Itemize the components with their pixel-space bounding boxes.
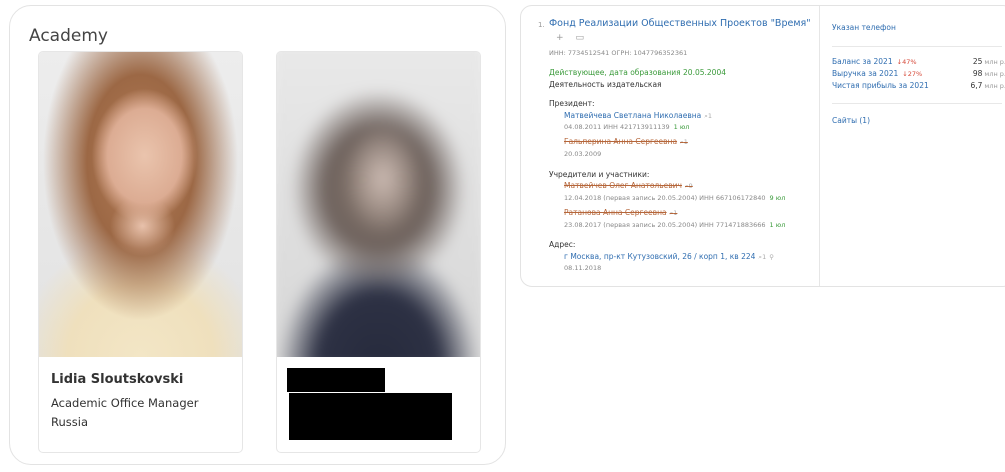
redaction-bar-name: [287, 368, 385, 392]
finance-label-link[interactable]: Выручка за 2021: [832, 69, 898, 78]
president-meta: 04.08.2011 ИНН 421713911139 1 юл: [564, 123, 690, 131]
search-icon[interactable]: ⌕9: [685, 182, 693, 190]
plus-icon[interactable]: +: [556, 33, 564, 43]
academy-title: Academy: [29, 26, 108, 46]
sites-link[interactable]: Сайты (1): [832, 116, 870, 125]
search-icon[interactable]: ⌕1: [670, 209, 678, 217]
former-president-meta: 20.03.2009: [564, 150, 602, 158]
company-actions: + ▭: [556, 33, 584, 43]
company-status: Действующее, дата образования 20.05.2004: [549, 68, 726, 77]
arrow-down-icon: ↓47%: [896, 58, 917, 66]
president-label: Президент:: [549, 99, 595, 108]
comment-icon[interactable]: ▭: [576, 33, 585, 43]
former-president-name-link[interactable]: Гальперина Анна Сергеевна ⌕1: [564, 137, 688, 147]
phone-link[interactable]: Указан телефон: [832, 23, 896, 32]
finance-row: Баланс за 2021 ↓47% 25 млн р.: [832, 57, 1005, 66]
profile-card-redacted[interactable]: [276, 51, 481, 453]
company-title-link[interactable]: Фонд Реализации Общественных Проектов "В…: [549, 18, 811, 29]
president-name-link[interactable]: Матвейчева Светлана Николаевна ⌕1: [564, 111, 712, 121]
address-date: 08.11.2018: [564, 264, 602, 272]
search-icon[interactable]: ⌕1: [704, 112, 712, 120]
company-ids: ИНН: 7734512541 ОГРН: 1047796352361: [549, 49, 688, 57]
finance-row: Выручка за 2021 ↓27% 98 млн р.: [832, 69, 1005, 78]
address-label: Адрес:: [549, 240, 576, 249]
search-icon[interactable]: ⌕1: [758, 253, 766, 261]
founder-name-link[interactable]: Ратанова Анна Сергеевна ⌕1: [564, 208, 677, 218]
company-panel: 1. Фонд Реализации Общественных Проектов…: [520, 5, 1005, 287]
profile-card[interactable]: Lidia Sloutskovski Academic Office Manag…: [38, 51, 243, 453]
finance-row: Чистая прибыль за 2021 6,7 млн р.: [832, 81, 1005, 90]
profile-photo-blurred: [277, 52, 480, 357]
divider: [832, 46, 1002, 47]
search-icon[interactable]: ⌕1: [680, 138, 688, 146]
profile-name[interactable]: Lidia Sloutskovski: [51, 372, 183, 387]
company-activity: Деятельность издательская: [549, 80, 662, 89]
address-link[interactable]: г Москва, пр-кт Кутузовский, 26 / корп 1…: [564, 252, 774, 262]
founder-meta: 12.04.2018 (первая запись 20.05.2004) ИН…: [564, 194, 786, 202]
profile-country: Russia: [51, 415, 88, 429]
profile-role: Academic Office Manager: [51, 396, 199, 410]
founders-label: Учредители и участники:: [549, 170, 650, 179]
redaction-bar-details: [289, 393, 452, 440]
divider: [832, 103, 1002, 104]
founder-meta: 23.08.2017 (первая запись 20.05.2004) ИН…: [564, 221, 786, 229]
company-main: 1. Фонд Реализации Общественных Проектов…: [521, 6, 819, 286]
finance-label-link[interactable]: Чистая прибыль за 2021: [832, 81, 929, 90]
company-sidebar: Указан телефон Баланс за 2021 ↓47% 25 млн …: [819, 6, 1005, 286]
arrow-down-icon: ↓27%: [902, 70, 923, 78]
finance-label-link[interactable]: Баланс за 2021: [832, 57, 893, 66]
founder-name-link[interactable]: Матвейчев Олег Анатольевич ⌕9: [564, 181, 693, 191]
profile-photo: [39, 52, 242, 357]
academy-panel: Academy Lidia Sloutskovski Academic Offi…: [9, 5, 506, 465]
map-pin-icon[interactable]: ⚲: [769, 253, 774, 261]
result-index: 1.: [538, 21, 545, 29]
